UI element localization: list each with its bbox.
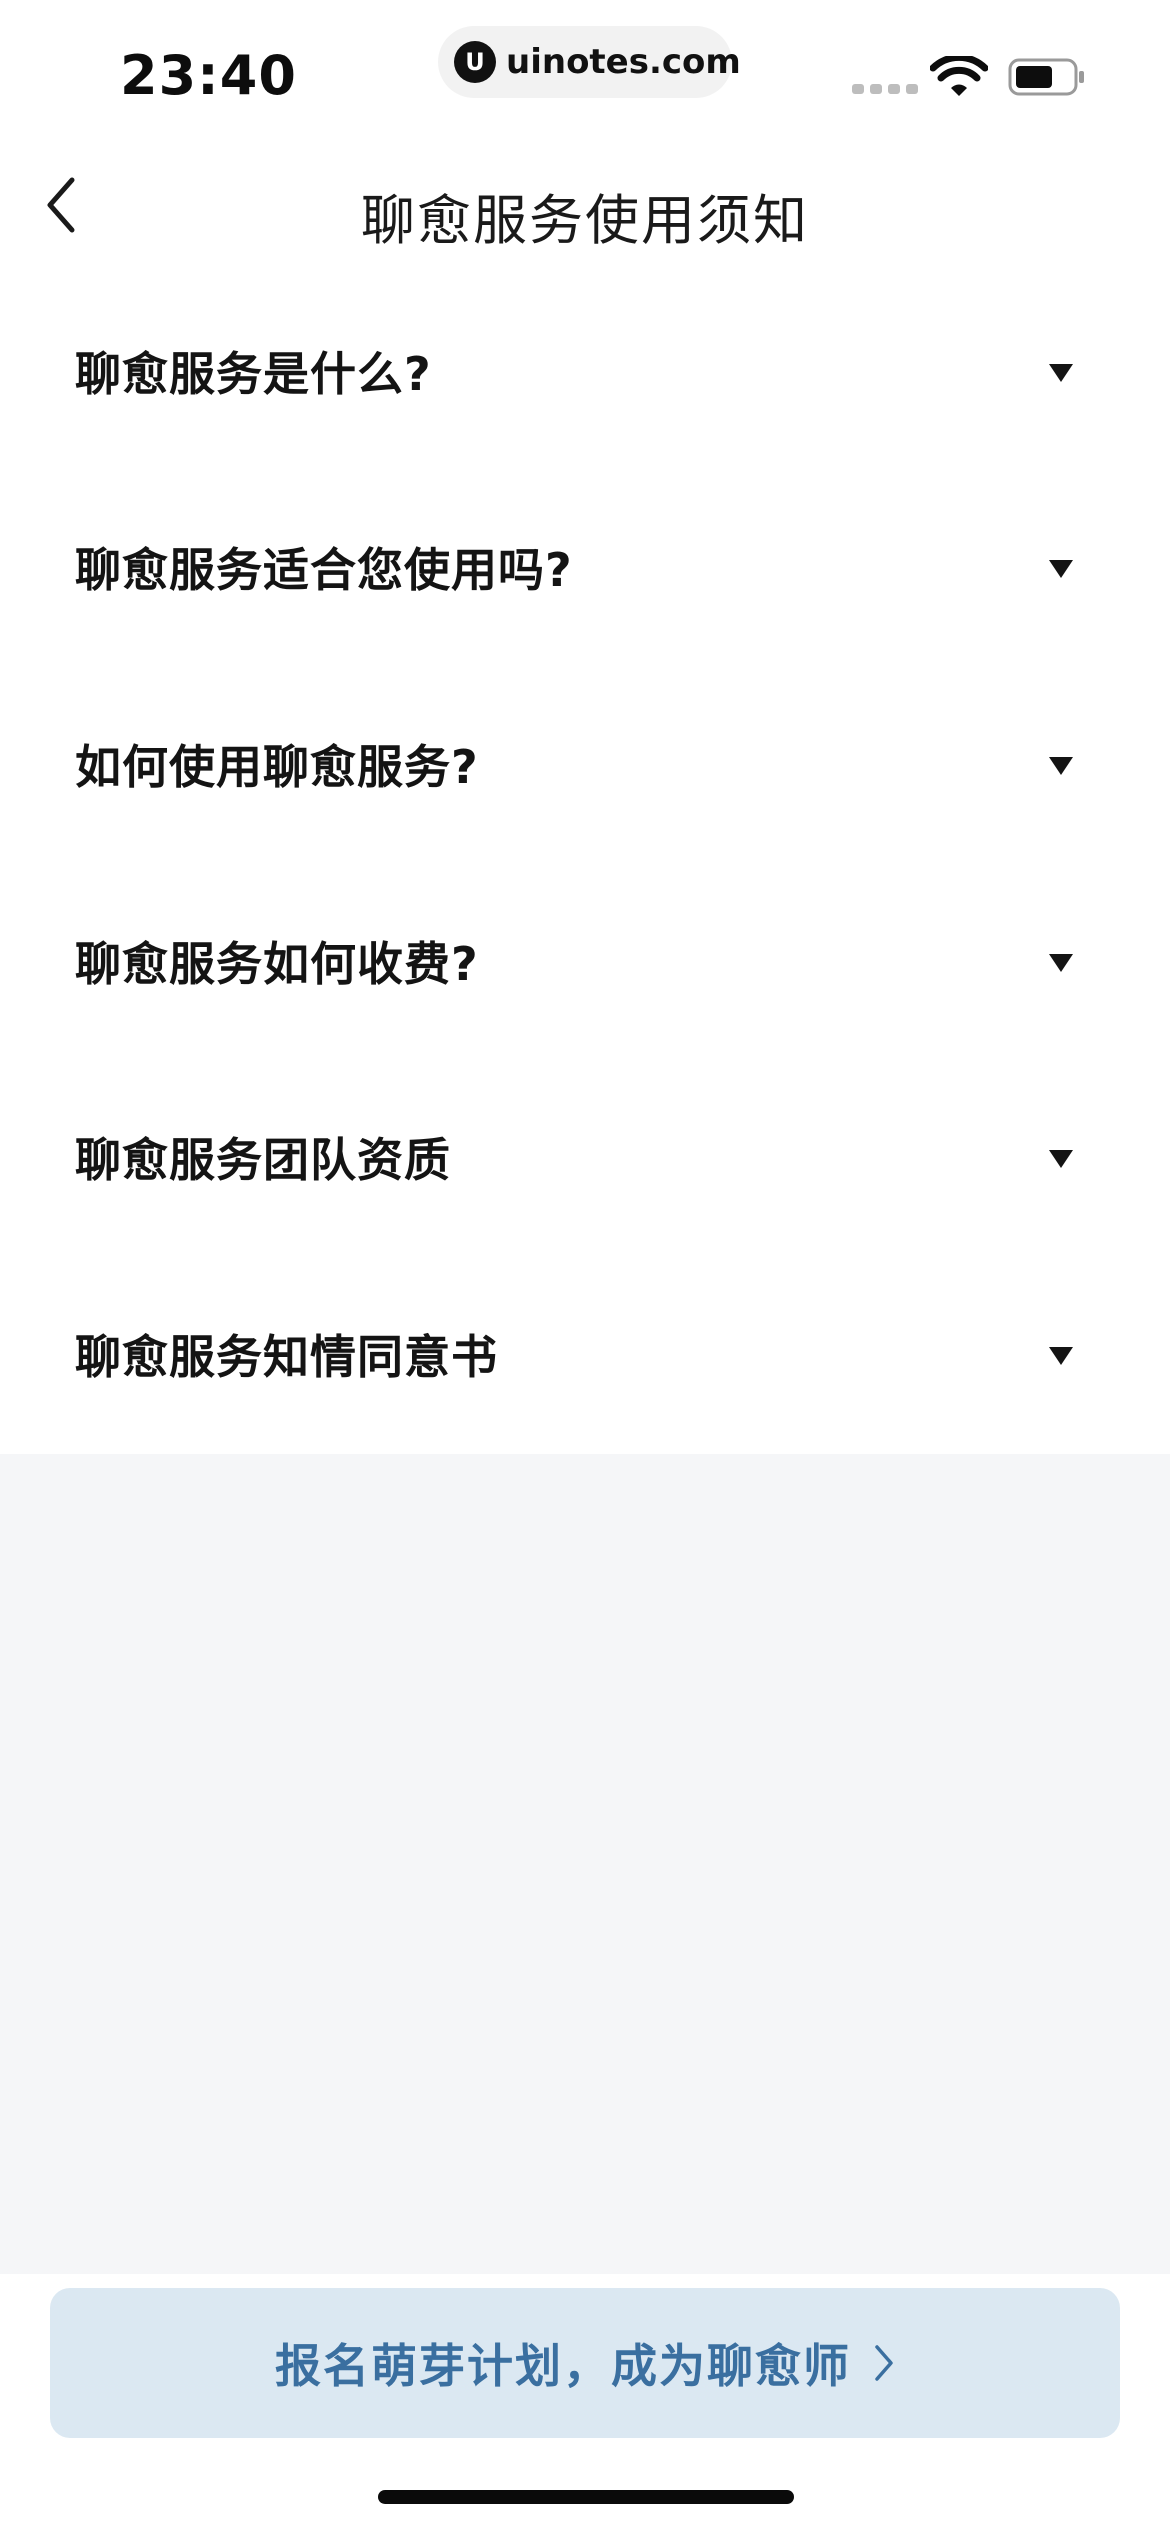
faq-label: 聊愈服务如何收费? — [75, 937, 479, 991]
caret-down-icon — [1049, 954, 1073, 972]
url-pill[interactable]: U uinotes.com — [438, 26, 741, 98]
nav-bar: 聊愈服务使用须知 — [0, 140, 1170, 270]
url-text: uinotes.com — [506, 42, 741, 82]
status-time: 23:40 — [120, 44, 297, 107]
faq-item-suitable[interactable]: 聊愈服务适合您使用吗? — [0, 468, 1170, 664]
bottom-bar: 报名萌芽计划，成为聊愈师 — [0, 2274, 1170, 2532]
content-background — [0, 1454, 1170, 2274]
faq-label: 聊愈服务是什么? — [75, 347, 432, 401]
faq-item-pricing[interactable]: 聊愈服务如何收费? — [0, 862, 1170, 1058]
faq-label: 聊愈服务团队资质 — [75, 1133, 451, 1187]
caret-down-icon — [1049, 560, 1073, 578]
page-title: 聊愈服务使用须知 — [361, 189, 809, 252]
caret-down-icon — [1049, 364, 1073, 382]
status-bar: 23:40 U uinotes.com — [0, 0, 1170, 140]
join-program-button[interactable]: 报名萌芽计划，成为聊愈师 — [50, 2288, 1120, 2438]
home-indicator[interactable] — [378, 2490, 794, 2504]
caret-down-icon — [1049, 1347, 1073, 1365]
faq-label: 聊愈服务知情同意书 — [75, 1330, 498, 1384]
wifi-icon — [930, 56, 988, 96]
site-logo-icon: U — [454, 41, 496, 83]
faq-item-what-is[interactable]: 聊愈服务是什么? — [0, 272, 1170, 468]
signal-icon — [852, 84, 918, 94]
faq-label: 聊愈服务适合您使用吗? — [75, 543, 573, 597]
faq-item-how-to-use[interactable]: 如何使用聊愈服务? — [0, 665, 1170, 861]
faq-item-team-qualification[interactable]: 聊愈服务团队资质 — [0, 1058, 1170, 1254]
faq-list: 聊愈服务是什么? 聊愈服务适合您使用吗? 如何使用聊愈服务? 聊愈服务如何收费?… — [0, 272, 1170, 1452]
chevron-right-icon — [875, 2345, 893, 2381]
caret-down-icon — [1049, 1150, 1073, 1168]
faq-item-consent[interactable]: 聊愈服务知情同意书 — [0, 1255, 1170, 1451]
caret-down-icon — [1049, 757, 1073, 775]
faq-label: 如何使用聊愈服务? — [75, 740, 479, 794]
cta-label: 报名萌芽计划，成为聊愈师 — [275, 2339, 851, 2393]
battery-icon — [1008, 58, 1084, 96]
